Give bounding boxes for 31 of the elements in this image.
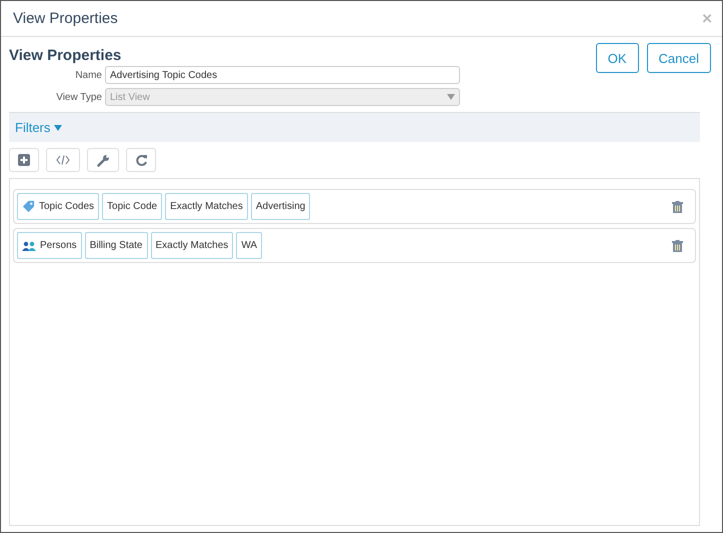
operator-chip[interactable]: Exactly Matches [150, 232, 234, 259]
entity-chip[interactable]: Persons [17, 232, 82, 259]
persons-icon [22, 240, 36, 250]
field-chip[interactable]: Topic Code [102, 193, 162, 220]
plus-icon [18, 154, 30, 166]
value-chip[interactable]: Advertising [250, 193, 310, 220]
trash-icon[interactable] [672, 200, 683, 212]
entity-chip[interactable]: Topic Codes [17, 193, 100, 220]
tag-icon [22, 200, 35, 213]
trash-icon[interactable] [672, 240, 683, 252]
window-title: View Properties [13, 10, 118, 27]
operator-chip[interactable]: Exactly Matches [165, 193, 248, 220]
dialog-heading: View Properties [9, 47, 122, 64]
caret-icon [447, 94, 455, 100]
settings-button[interactable] [87, 148, 119, 172]
entity-label: Persons [40, 240, 77, 251]
code-icon [56, 155, 70, 165]
name-field[interactable]: Advertising Topic Codes [105, 66, 460, 84]
entity-label: Topic Codes [39, 201, 94, 212]
ok-button[interactable]: OK [596, 43, 639, 73]
refresh-button[interactable] [126, 148, 156, 172]
field-label: View Type [55, 92, 102, 102]
field-chip[interactable]: Billing State [84, 232, 148, 259]
add-button[interactable] [9, 148, 39, 172]
field-label: Name [74, 70, 102, 80]
value-chip[interactable]: WA [236, 232, 262, 259]
caret-icon [54, 124, 62, 130]
code-button[interactable] [46, 148, 80, 172]
refresh-icon [134, 154, 148, 166]
cancel-button[interactable]: Cancel [646, 43, 711, 73]
wrench-icon [96, 154, 110, 166]
